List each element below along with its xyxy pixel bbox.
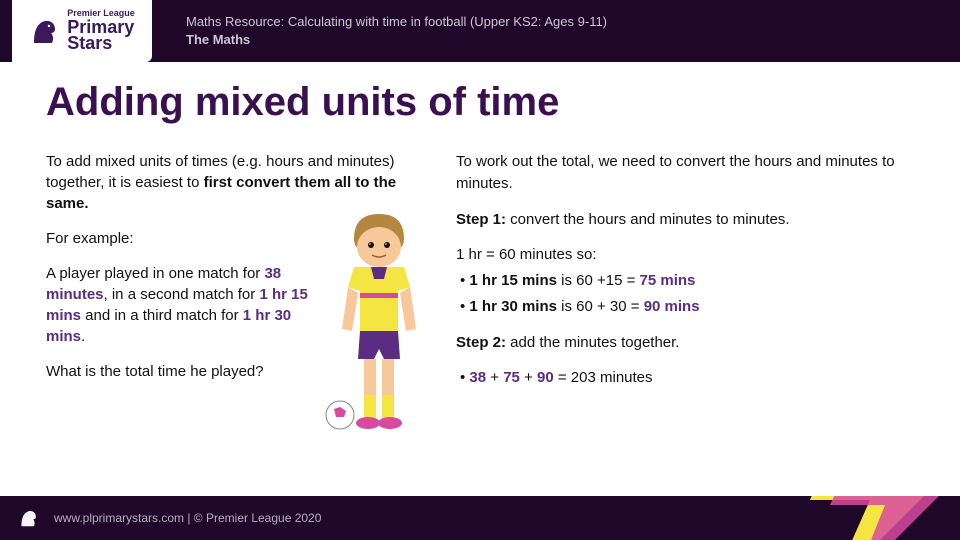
hr-conversion: 1 hr = 60 minutes so: xyxy=(456,244,914,266)
list-item: 1 hr 30 mins is 60 + 30 = 90 mins xyxy=(460,296,914,318)
logo-text: Premier League Primary Stars xyxy=(67,9,135,53)
conversion-list: 1 hr 15 mins is 60 +15 = 75 mins 1 hr 30… xyxy=(456,270,914,318)
resource-line: Maths Resource: Calculating with time in… xyxy=(186,13,607,31)
footer-bar: www.plprimarystars.com | © Premier Leagu… xyxy=(0,496,960,540)
brand-logo: Premier League Primary Stars xyxy=(12,0,152,62)
page-title: Adding mixed units of time xyxy=(46,80,914,125)
sum-list: 38 + 75 + 90 = 203 minutes xyxy=(456,367,914,389)
step1: Step 1: convert the hours and minutes to… xyxy=(456,209,914,231)
list-item: 38 + 75 + 90 = 203 minutes xyxy=(460,367,914,389)
lion-icon xyxy=(18,507,40,529)
resource-subtitle: The Maths xyxy=(186,31,607,49)
lion-icon xyxy=(29,15,61,47)
question-text: What is the total time he played? xyxy=(46,361,316,382)
left-column: To add mixed units of times (e.g. hours … xyxy=(46,151,426,403)
header-text: Maths Resource: Calculating with time in… xyxy=(186,13,607,49)
logo-bot-line: Stars xyxy=(67,34,135,53)
content-area: Adding mixed units of time To add mixed … xyxy=(0,62,960,403)
right-intro: To work out the total, we need to conver… xyxy=(456,151,914,195)
list-item: 1 hr 15 mins is 60 +15 = 75 mins xyxy=(460,270,914,292)
footer-text: www.plprimarystars.com | © Premier Leagu… xyxy=(54,511,321,525)
right-column: To work out the total, we need to conver… xyxy=(456,151,914,403)
step2: Step 2: add the minutes together. xyxy=(456,332,914,354)
header-bar: Premier League Primary Stars Maths Resou… xyxy=(0,0,960,62)
intro-paragraph: To add mixed units of times (e.g. hours … xyxy=(46,151,426,214)
lightning-icon xyxy=(800,496,960,540)
for-example-label: For example: xyxy=(46,228,316,249)
example-text: A player played in one match for 38 minu… xyxy=(46,263,316,347)
columns: To add mixed units of times (e.g. hours … xyxy=(46,151,914,403)
player-illustration xyxy=(324,209,434,439)
